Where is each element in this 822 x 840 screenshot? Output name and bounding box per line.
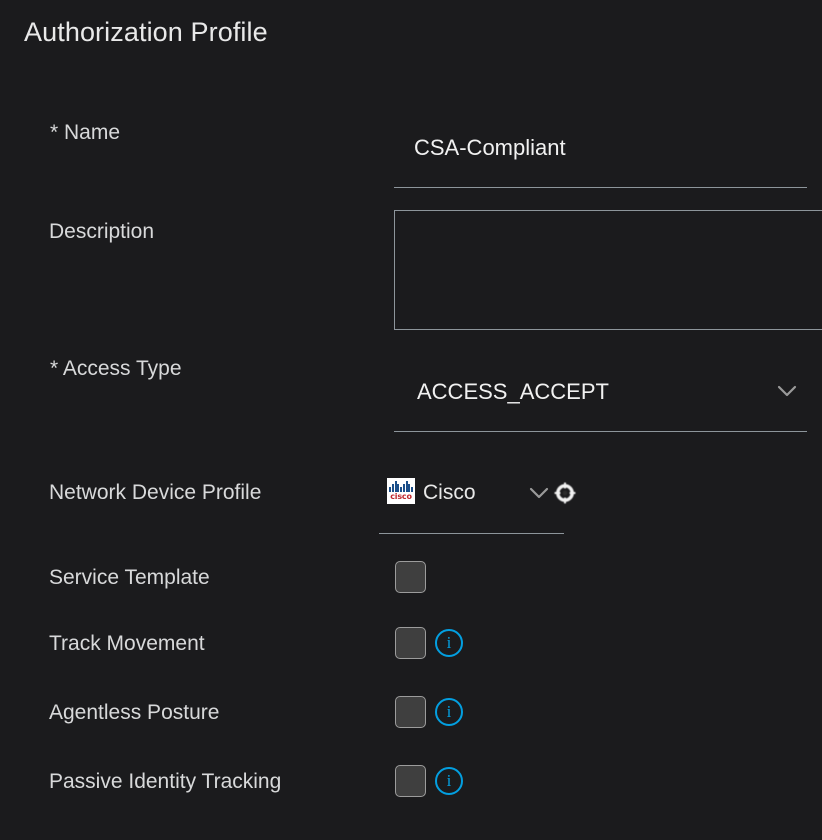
chevron-down-icon[interactable] xyxy=(774,380,800,402)
track-movement-checkbox[interactable] xyxy=(395,627,426,659)
description-textarea[interactable] xyxy=(394,210,822,330)
row-passive-identity-tracking: Passive Identity Tracking i xyxy=(0,765,822,799)
gear-icon[interactable] xyxy=(554,482,576,504)
cisco-logo-icon: cisco xyxy=(387,478,415,504)
track-movement-label: Track Movement xyxy=(49,632,205,655)
access-type-label: * Access Type xyxy=(50,357,182,380)
cisco-logo-wordmark: cisco xyxy=(390,492,412,501)
info-icon[interactable]: i xyxy=(435,629,463,657)
cisco-logo-bars xyxy=(389,481,413,492)
description-label: Description xyxy=(49,220,155,243)
network-device-profile-select[interactable]: cisco Cisco xyxy=(379,470,579,520)
row-track-movement: Track Movement i xyxy=(0,627,822,661)
info-icon[interactable]: i xyxy=(435,767,463,795)
agentless-posture-checkbox[interactable] xyxy=(395,696,426,728)
passive-identity-tracking-label: Passive Identity Tracking xyxy=(49,770,282,793)
row-agentless-posture: Agentless Posture i xyxy=(0,696,822,730)
passive-identity-tracking-checkbox[interactable] xyxy=(395,765,426,797)
network-device-profile-value: Cisco xyxy=(423,481,476,504)
access-type-underline xyxy=(394,431,807,432)
network-device-profile-label: Network Device Profile xyxy=(49,481,262,504)
agentless-posture-label: Agentless Posture xyxy=(49,701,220,724)
service-template-checkbox[interactable] xyxy=(395,561,426,593)
info-icon[interactable]: i xyxy=(435,698,463,726)
chevron-down-icon[interactable] xyxy=(527,483,551,503)
access-type-select-value[interactable]: ACCESS_ACCEPT xyxy=(417,378,609,406)
row-service-template: Service Template xyxy=(0,561,822,595)
service-template-label: Service Template xyxy=(49,566,210,589)
name-input-underline xyxy=(394,187,807,188)
network-device-profile-underline xyxy=(379,533,564,534)
name-input[interactable]: CSA-Compliant xyxy=(414,134,566,162)
page-title: Authorization Profile xyxy=(24,17,268,47)
name-label: * Name xyxy=(50,121,121,144)
